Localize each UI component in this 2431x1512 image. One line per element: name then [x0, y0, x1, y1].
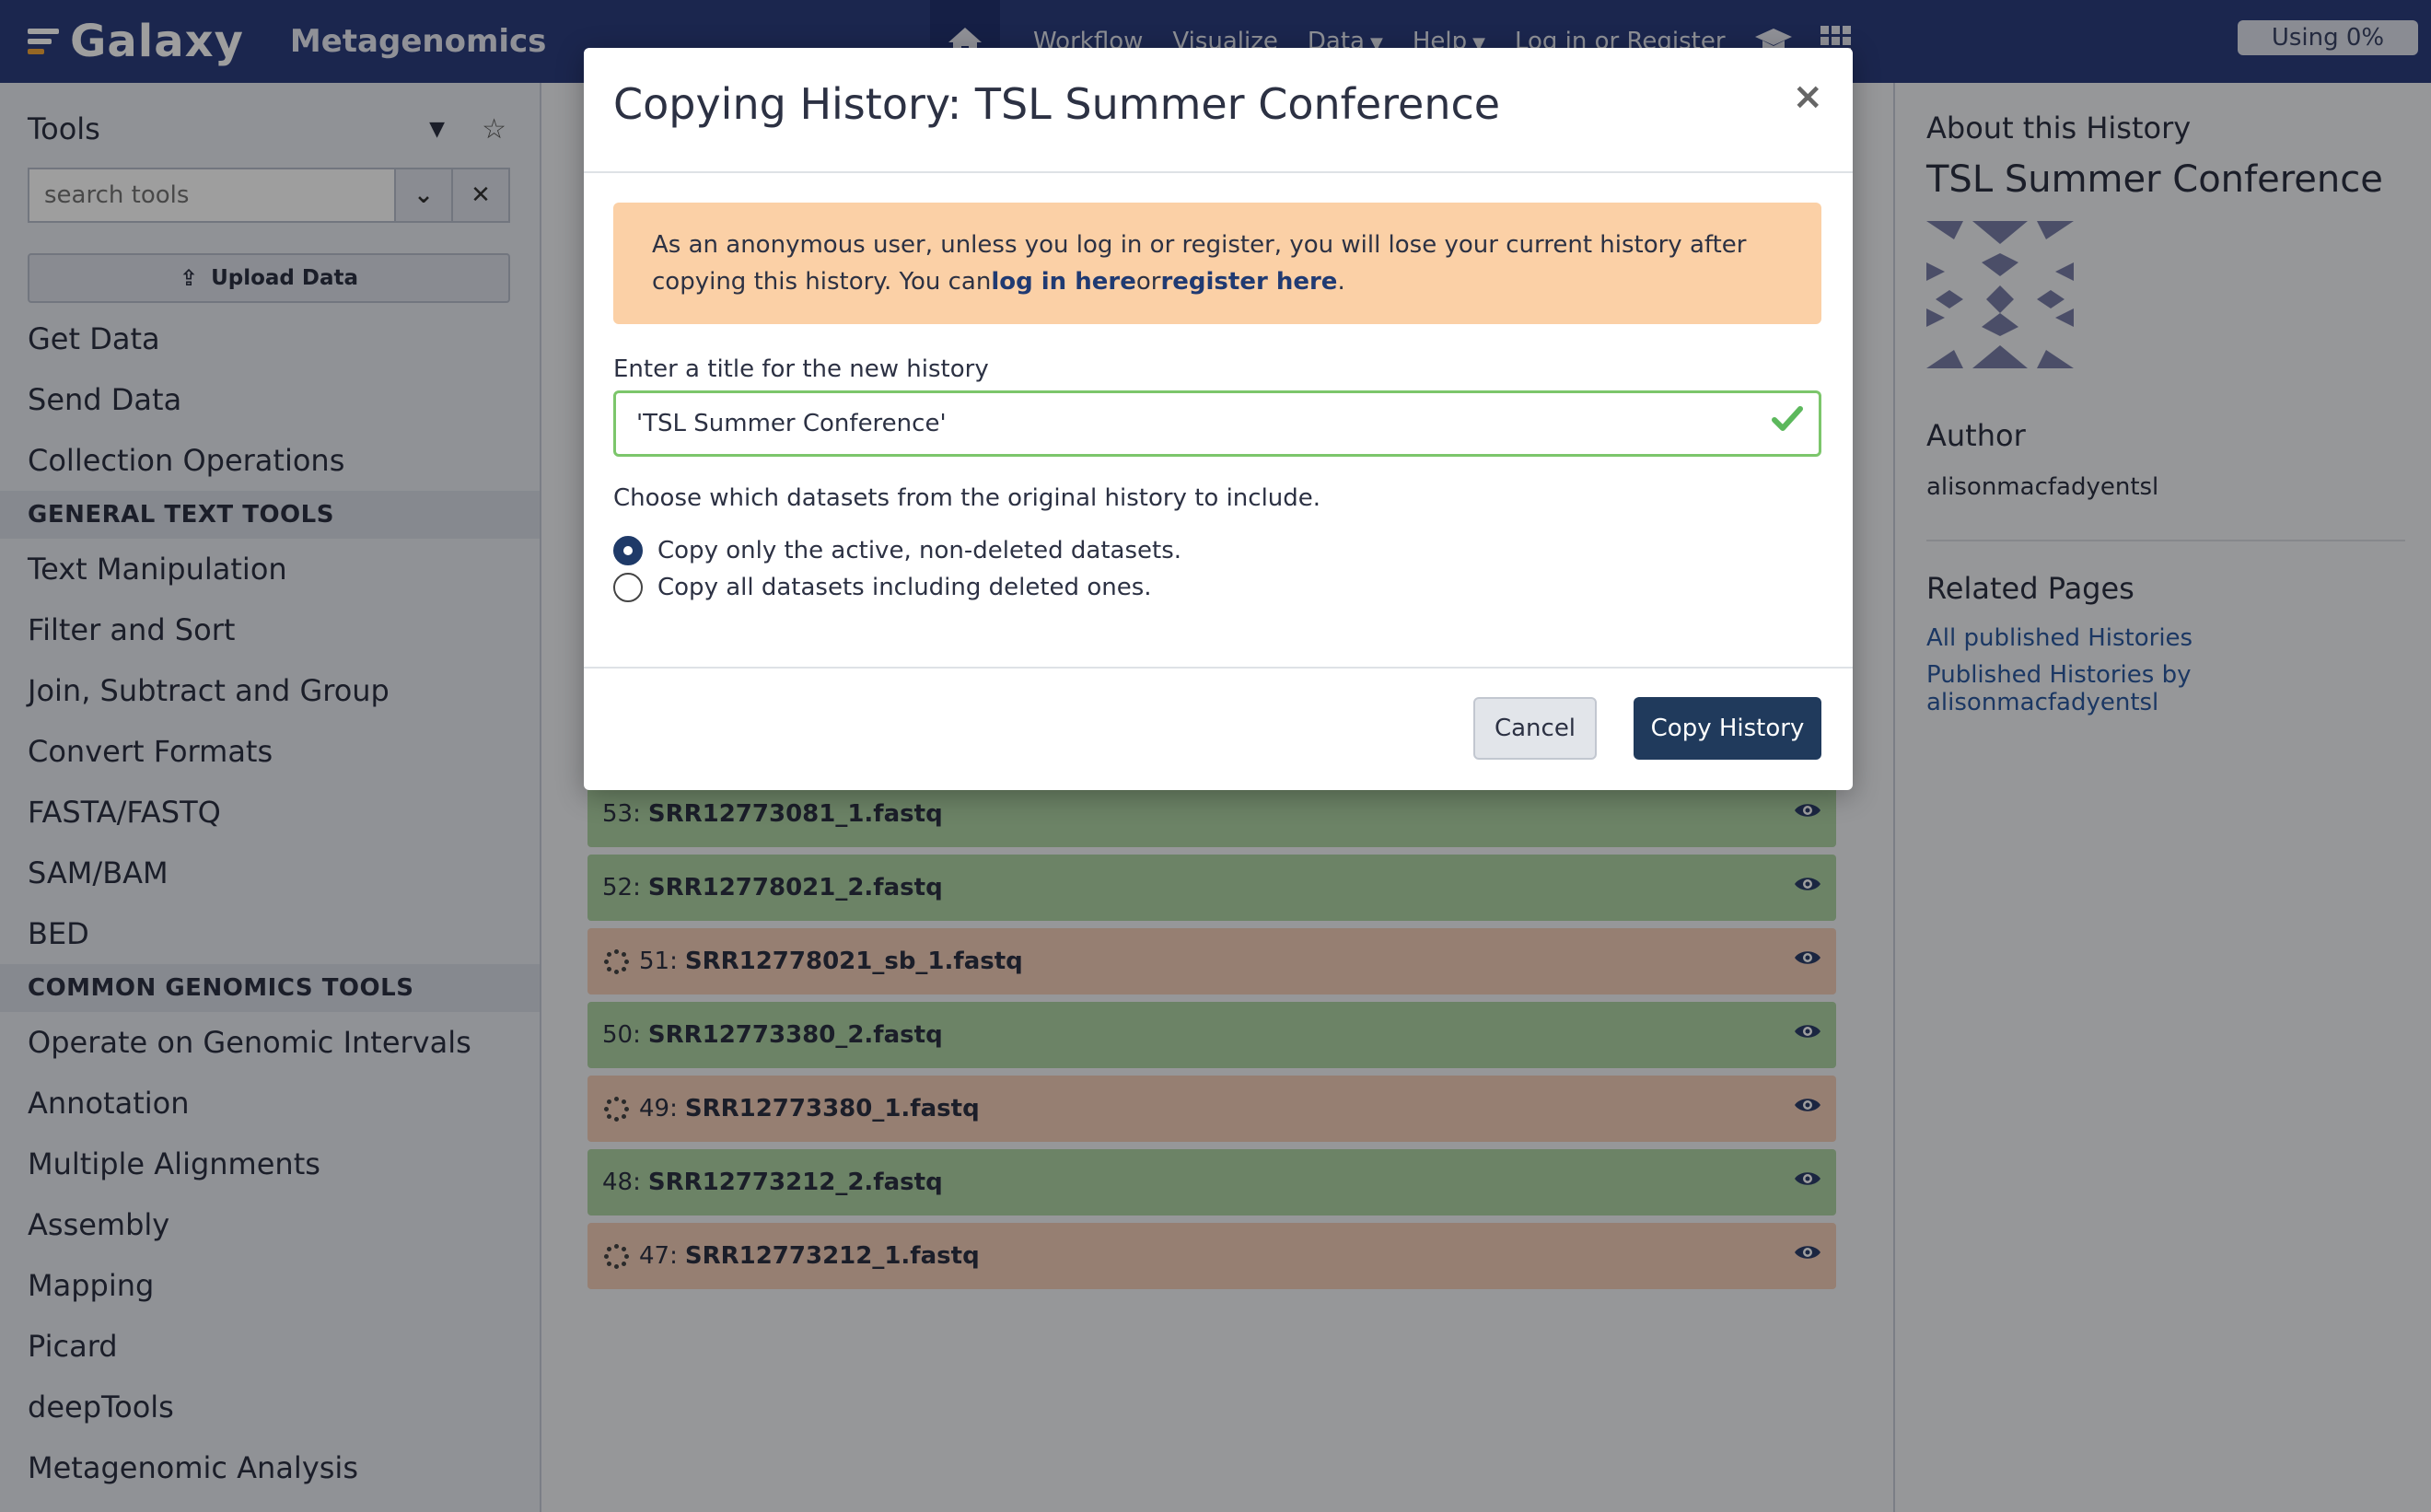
modal-header: Copying History: TSL Summer Conference ×: [584, 48, 1853, 173]
copy-history-modal: Copying History: TSL Summer Conference ×…: [584, 48, 1853, 790]
close-button[interactable]: ×: [1792, 76, 1823, 118]
cancel-button[interactable]: Cancel: [1473, 697, 1597, 760]
option-all-datasets[interactable]: Copy all datasets including deleted ones…: [613, 569, 1152, 606]
title-field-label: Enter a title for the new history: [613, 355, 989, 383]
register-link[interactable]: register here: [1160, 268, 1337, 296]
option-active-datasets[interactable]: Copy only the active, non-deleted datase…: [613, 532, 1181, 569]
close-icon: ×: [1792, 76, 1823, 118]
modal-title: Copying History: TSL Summer Conference: [613, 79, 1501, 129]
option-all-label: Copy all datasets including deleted ones…: [657, 574, 1152, 601]
anonymous-user-warning: As an anonymous user, unless you log in …: [613, 203, 1821, 324]
radio-active-selected[interactable]: [613, 536, 643, 565]
copy-history-button[interactable]: Copy History: [1634, 697, 1821, 760]
login-link[interactable]: log in here: [991, 268, 1136, 296]
modal-footer: Cancel Copy History: [584, 667, 1853, 790]
radio-all[interactable]: [613, 573, 643, 602]
history-title-input[interactable]: [613, 390, 1821, 457]
alert-or: or: [1135, 268, 1161, 296]
option-active-label: Copy only the active, non-deleted datase…: [657, 537, 1182, 564]
dataset-choice-label: Choose which datasets from the original …: [613, 484, 1321, 512]
valid-check-icon: [1772, 406, 1803, 431]
alert-end: .: [1337, 268, 1345, 296]
